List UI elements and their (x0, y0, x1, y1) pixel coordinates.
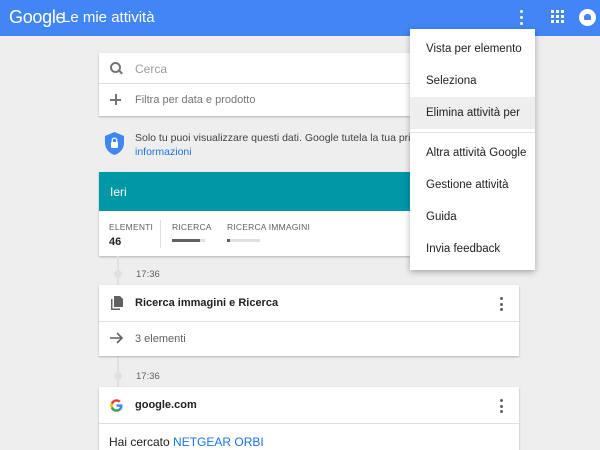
account-avatar-icon[interactable] (579, 9, 596, 26)
search-input[interactable] (135, 59, 395, 79)
more-vert-icon[interactable] (514, 8, 530, 28)
stat-items: ELEMENTI 46 (109, 222, 153, 248)
overflow-menu: Vista per elemento Seleziona Elimina att… (410, 29, 535, 270)
stat-label: RICERCA (172, 222, 212, 232)
apps-grid-icon[interactable] (551, 10, 565, 24)
page-title: Le mie attività (62, 9, 155, 26)
search-result-text: Hai cercato NETGEAR ORBI (109, 435, 264, 449)
google-logo[interactable]: Google (9, 7, 66, 28)
menu-item-select[interactable]: Seleziona (410, 65, 535, 97)
stat-search-bar (172, 239, 205, 242)
more-vert-icon[interactable] (494, 397, 510, 415)
search-icon (110, 62, 122, 74)
activity-card[interactable]: google.com Hai cercato NETGEAR ORBI (99, 387, 519, 450)
stat-value: 46 (109, 236, 122, 248)
timeline-dot (114, 372, 122, 380)
activity-title: Ricerca immagini e Ricerca (135, 297, 279, 309)
activity-card[interactable]: Ricerca immagini e Ricerca 3 elementi (99, 285, 519, 356)
menu-item-send-feedback[interactable]: Invia feedback (410, 233, 535, 265)
stat-label: ELEMENTI (109, 222, 154, 232)
menu-item-activity-controls[interactable]: Gestione attività (410, 169, 535, 201)
timeline-time: 17:36 (136, 269, 160, 280)
timeline-dot (114, 270, 122, 278)
filter-label: Filtra per data e prodotto (135, 94, 256, 106)
menu-item-other-google-activity[interactable]: Altra attività Google (410, 137, 535, 169)
more-vert-icon[interactable] (494, 295, 510, 313)
plus-icon (110, 94, 121, 105)
activity-card-header: google.com (99, 387, 519, 424)
shield-lock-icon (105, 132, 124, 155)
stat-image-search-bar (227, 239, 260, 242)
search-query-link[interactable]: NETGEAR ORBI (173, 435, 264, 449)
stat-divider (160, 220, 161, 248)
privacy-notice: Solo tu puoi visualizzare questi dati. G… (135, 131, 452, 159)
menu-divider (410, 132, 535, 133)
privacy-text: Solo tu puoi visualizzare questi dati. G… (135, 132, 452, 144)
activity-card-header: Ricerca immagini e Ricerca (99, 285, 519, 322)
document-icon (111, 296, 123, 310)
activity-count-link[interactable]: 3 elementi (135, 333, 186, 345)
stat-image-search[interactable]: RICERCA IMMAGINI (227, 222, 310, 232)
google-g-icon (110, 399, 123, 412)
menu-item-help[interactable]: Guida (410, 201, 535, 233)
arrow-right-icon (110, 332, 124, 344)
activity-title: google.com (135, 399, 197, 411)
menu-item-item-view[interactable]: Vista per elemento (410, 33, 535, 65)
stat-bar-fill (227, 239, 231, 242)
timeline-time: 17:36 (136, 371, 160, 382)
menu-item-delete-activity-by[interactable]: Elimina attività per (410, 97, 535, 129)
search-result-prefix: Hai cercato (109, 435, 170, 449)
stat-label: RICERCA IMMAGINI (227, 222, 311, 232)
day-label: Ieri (110, 185, 127, 199)
stat-search[interactable]: RICERCA (172, 222, 212, 232)
privacy-info-link[interactable]: informazioni (135, 145, 425, 159)
stat-bar-fill (172, 239, 201, 242)
